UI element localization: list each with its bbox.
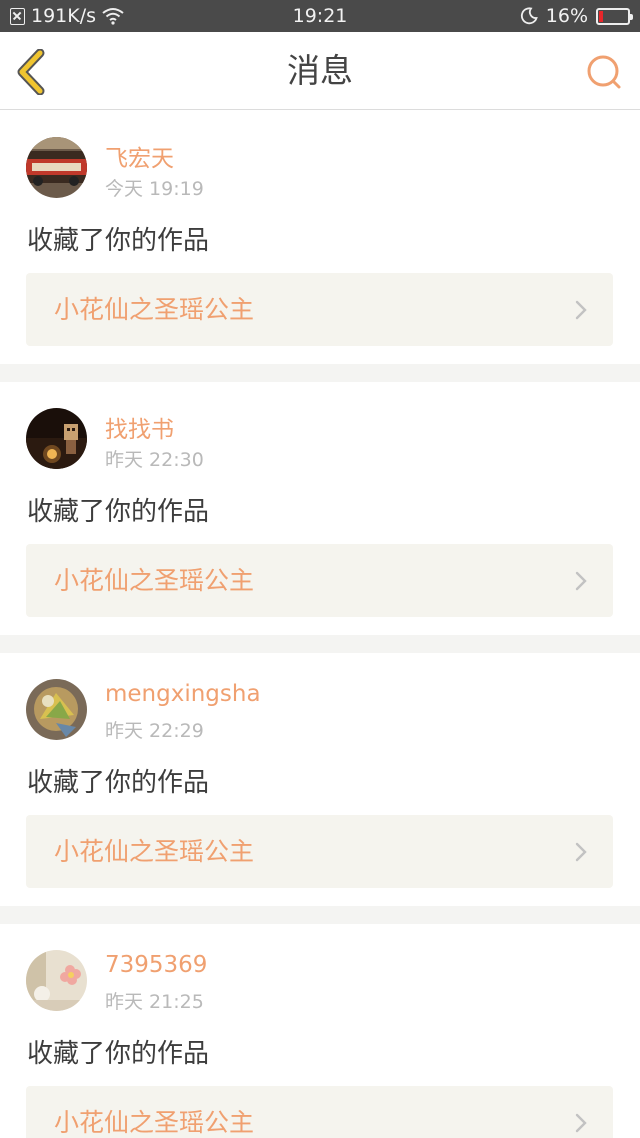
work-title: 小花仙之圣瑶公主 — [54, 295, 255, 324]
message-item: 飞宏天 今天 19:19 收藏了你的作品 小花仙之圣瑶公主 — [0, 111, 640, 364]
username[interactable]: 飞宏天 — [105, 139, 174, 173]
action-text: 收藏了你的作品 — [27, 226, 210, 256]
message-item: 7395369 昨天 21:25 收藏了你的作品 小花仙之圣瑶公主 — [0, 924, 640, 1138]
chevron-right-icon — [575, 571, 587, 591]
page-title: 消息 — [287, 51, 353, 90]
battery-icon — [596, 7, 633, 25]
chevron-right-icon — [575, 300, 587, 320]
work-title: 小花仙之圣瑶公主 — [54, 566, 255, 595]
action-text: 收藏了你的作品 — [27, 768, 210, 798]
chevron-right-icon — [575, 842, 587, 862]
divider — [0, 906, 640, 924]
divider — [0, 635, 640, 653]
message-item: mengxingsha 昨天 22:29 收藏了你的作品 小花仙之圣瑶公主 — [0, 653, 640, 906]
status-right: 16% — [520, 0, 633, 32]
action-text: 收藏了你的作品 — [27, 497, 210, 527]
work-link[interactable]: 小花仙之圣瑶公主 — [26, 815, 613, 888]
work-title: 小花仙之圣瑶公主 — [54, 1108, 255, 1137]
search-button[interactable] — [584, 52, 624, 92]
message-list: 飞宏天 今天 19:19 收藏了你的作品 小花仙之圣瑶公主 找找书 昨天 22:… — [0, 111, 640, 1138]
status-bar: 191K/s 19:21 16% — [0, 0, 640, 32]
work-link[interactable]: 小花仙之圣瑶公主 — [26, 273, 613, 346]
username[interactable]: 7395369 — [105, 952, 207, 978]
avatar[interactable] — [26, 137, 87, 198]
battery-percent: 16% — [545, 5, 588, 27]
action-text: 收藏了你的作品 — [27, 1039, 210, 1069]
message-item: 找找书 昨天 22:30 收藏了你的作品 小花仙之圣瑶公主 — [0, 382, 640, 635]
header: 消息 — [0, 32, 640, 110]
avatar[interactable] — [26, 950, 87, 1011]
timestamp: 昨天 22:30 — [105, 449, 204, 471]
timestamp: 昨天 21:25 — [105, 991, 204, 1013]
work-link[interactable]: 小花仙之圣瑶公主 — [26, 1086, 613, 1138]
username[interactable]: mengxingsha — [105, 681, 261, 707]
search-icon — [587, 55, 621, 89]
chevron-right-icon — [575, 1113, 587, 1133]
timestamp: 昨天 22:29 — [105, 720, 204, 742]
work-link[interactable]: 小花仙之圣瑶公主 — [26, 544, 613, 617]
avatar[interactable] — [26, 408, 87, 469]
battery-level — [599, 10, 603, 22]
timestamp: 今天 19:19 — [105, 178, 204, 200]
divider — [0, 364, 640, 382]
username[interactable]: 找找书 — [105, 410, 174, 444]
avatar[interactable] — [26, 679, 87, 740]
moon-icon — [520, 7, 538, 25]
work-title: 小花仙之圣瑶公主 — [54, 837, 255, 866]
